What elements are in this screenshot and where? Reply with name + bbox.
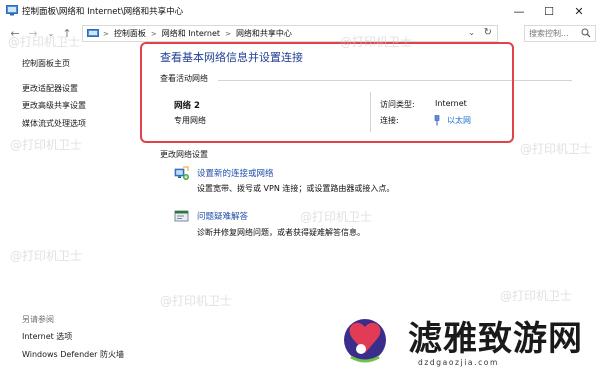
troubleshoot-icon: [174, 210, 189, 222]
sidebar-item-advanced-sharing[interactable]: 更改高级共享设置: [22, 100, 86, 111]
network-setup-icon: [174, 166, 189, 180]
watermark: @打印机卫士: [300, 210, 373, 224]
breadcrumb-network-internet[interactable]: 网络和 Internet: [162, 28, 220, 39]
breadcrumb-separator: >: [225, 29, 231, 38]
up-button[interactable]: ↑: [60, 26, 74, 40]
minimize-button[interactable]: —: [504, 0, 534, 22]
troubleshoot-link[interactable]: 问题疑难解答: [197, 210, 248, 222]
troubleshoot-description: 诊断并修复网络问题，或者获得疑难解答信息。: [197, 228, 365, 237]
see-also-firewall[interactable]: Windows Defender 防火墙: [22, 349, 124, 360]
sidebar-item-adapter-settings[interactable]: 更改适配器设置: [22, 83, 78, 94]
change-settings-label: 更改网络设置: [160, 150, 208, 159]
breadcrumb-control-panel[interactable]: 控制面板: [114, 28, 146, 39]
search-placeholder: 搜索控制...: [529, 29, 569, 38]
address-dropdown-button[interactable]: ⌄: [468, 28, 475, 37]
setup-new-connection-description: 设置宽带、拨号或 VPN 连接；或设置路由器或接入点。: [197, 184, 395, 193]
watermark: @打印机卫士: [500, 289, 573, 303]
title-bar: 控制面板\网络和 Internet\网络和共享中心 — ☐ ✕: [0, 0, 600, 22]
sidebar-item-home[interactable]: 控制面板主页: [22, 58, 70, 69]
maximize-button[interactable]: ☐: [534, 0, 564, 22]
control-panel-icon: [6, 5, 18, 16]
refresh-button[interactable]: ↻: [484, 27, 492, 38]
recent-locations-button[interactable]: ⌄: [44, 26, 58, 40]
highlight-annotation: [140, 42, 514, 143]
breadcrumb-separator: >: [103, 29, 109, 38]
site-logo-text: 滤雅致游网: [408, 319, 583, 359]
search-icon: [581, 28, 591, 38]
see-also-internet-options[interactable]: Internet 选项: [22, 331, 72, 342]
watermark: @打印机卫士: [10, 138, 83, 152]
back-button[interactable]: ←: [8, 26, 22, 40]
search-input[interactable]: 搜索控制...: [524, 25, 596, 42]
setup-new-connection-link[interactable]: 设置新的连接或网络: [197, 167, 274, 179]
navigation-bar: ← → ⌄ ↑ > 控制面板 > 网络和 Internet > 网络和共享中心 …: [0, 22, 600, 44]
control-panel-icon: [87, 28, 99, 37]
see-also-heading: 另请参阅: [22, 315, 54, 324]
forward-button[interactable]: →: [26, 26, 40, 40]
watermark: @打印机卫士: [10, 249, 83, 263]
site-logo-icon: [344, 319, 386, 363]
watermark: @打印机卫士: [160, 294, 233, 308]
site-logo-url: dzdgaozjia.com: [418, 358, 499, 367]
address-bar[interactable]: > 控制面板 > 网络和 Internet > 网络和共享中心 ⌄ ↻: [82, 25, 498, 42]
breadcrumb-separator: >: [150, 29, 157, 38]
window-title: 控制面板\网络和 Internet\网络和共享中心: [22, 7, 184, 17]
breadcrumb-sharing-center[interactable]: 网络和共享中心: [236, 28, 292, 39]
close-button[interactable]: ✕: [564, 0, 594, 22]
sidebar-item-media-streaming[interactable]: 媒体流式处理选项: [22, 118, 86, 129]
watermark: @打印机卫士: [520, 142, 593, 156]
